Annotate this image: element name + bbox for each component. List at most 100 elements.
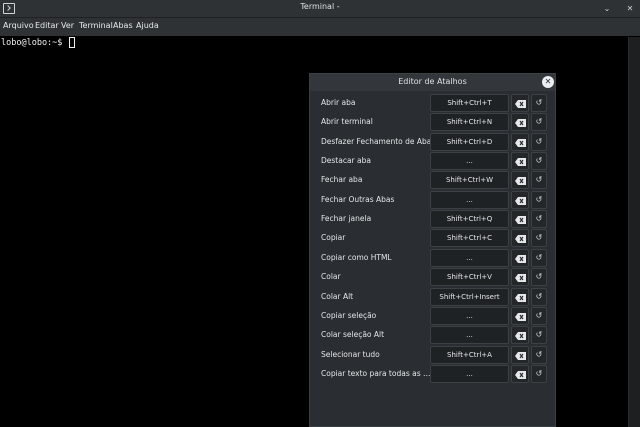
shortcut-row: Colar Shift+Ctrl+V ↺: [310, 268, 555, 287]
clear-shortcut-button[interactable]: [511, 190, 529, 209]
reset-shortcut-button[interactable]: ↺: [531, 248, 547, 267]
backspace-clear-icon: [515, 196, 526, 205]
terminal-scrollbar[interactable]: [628, 37, 640, 427]
shortcut-key-button[interactable]: Shift+Ctrl+Insert: [430, 287, 509, 306]
undo-reset-icon: ↺: [535, 252, 543, 262]
undo-reset-icon: ↺: [535, 310, 543, 320]
backspace-clear-icon: [515, 274, 526, 283]
shortcut-action-label: Copiar como HTML: [321, 252, 392, 262]
shortcut-key-button[interactable]: Shift+Ctrl+V: [430, 268, 509, 287]
reset-shortcut-button[interactable]: ↺: [531, 113, 547, 132]
terminal-cursor: [69, 37, 75, 48]
backspace-clear-icon: [515, 100, 526, 108]
shortcut-row: Copiar seleção... ↺: [310, 306, 555, 326]
reset-shortcut-button[interactable]: ↺: [531, 345, 547, 364]
menu-terminal[interactable]: Terminal: [79, 21, 113, 30]
shortcut-row: Fechar janela Shift+Ctrl+Q ↺: [310, 210, 555, 229]
shortcut-key-button[interactable]: Shift+Ctrl+W: [430, 171, 509, 190]
clear-shortcut-button[interactable]: [511, 326, 529, 345]
reset-shortcut-button[interactable]: ↺: [531, 210, 547, 229]
menu-ajuda[interactable]: Ajuda: [136, 21, 159, 30]
shortcut-key-button[interactable]: ...: [430, 248, 509, 267]
reset-shortcut-button[interactable]: ↺: [531, 326, 547, 345]
shortcut-row: Copiar como HTML... ↺: [310, 248, 555, 268]
shortcut-row: Fechar aba Shift+Ctrl+W ↺: [310, 171, 555, 190]
backspace-clear-icon: [515, 216, 526, 225]
undo-reset-icon: ↺: [535, 214, 543, 224]
clear-shortcut-button[interactable]: [511, 268, 529, 287]
reset-shortcut-button[interactable]: ↺: [531, 268, 547, 287]
clear-shortcut-button[interactable]: [511, 94, 529, 112]
clear-shortcut-button[interactable]: [511, 287, 529, 306]
shortcut-action-label: Copiar seleção: [321, 310, 377, 320]
reset-shortcut-button[interactable]: ↺: [531, 190, 547, 209]
shortcut-key-button[interactable]: Shift+Ctrl+Q: [430, 210, 509, 229]
reset-shortcut-button[interactable]: ↺: [531, 364, 547, 383]
undo-reset-icon: ↺: [535, 156, 543, 166]
shortcut-key-button[interactable]: ...: [430, 364, 509, 383]
shortcut-action-label: Colar: [321, 272, 341, 282]
menu-ver[interactable]: Ver: [61, 21, 74, 30]
reset-shortcut-button[interactable]: ↺: [531, 94, 547, 112]
undo-reset-icon: ↺: [535, 330, 543, 340]
clear-shortcut-button[interactable]: [511, 171, 529, 190]
reset-shortcut-button[interactable]: ↺: [531, 229, 547, 248]
clear-shortcut-button[interactable]: [511, 306, 529, 325]
undo-reset-icon: ↺: [535, 233, 543, 243]
dialog-title: Editor de Atalhos: [398, 77, 467, 86]
terminal-prompt: lobo@lobo:~$: [1, 38, 68, 48]
reset-shortcut-button[interactable]: ↺: [531, 152, 547, 171]
backspace-clear-icon: [515, 235, 526, 244]
backspace-clear-icon: [515, 158, 526, 167]
dialog-header: Editor de Atalhos ✕: [310, 74, 555, 91]
shortcut-action-label: Colar Alt: [321, 291, 354, 301]
menu-abas[interactable]: Abas: [113, 21, 133, 30]
window-titlebar: Terminal - ⌄ ✕: [0, 0, 640, 18]
reset-shortcut-button[interactable]: ↺: [531, 287, 547, 306]
menu-arquivo[interactable]: Arquivo: [3, 21, 34, 30]
shortcut-key-button[interactable]: Shift+Ctrl+A: [430, 345, 509, 364]
shortcut-key-button[interactable]: ...: [430, 326, 509, 345]
clear-shortcut-button[interactable]: [511, 132, 529, 151]
menubar: Arquivo Editar Ver Terminal Abas Ajuda: [0, 18, 640, 36]
shortcut-action-label: Fechar Outras Abas: [321, 194, 395, 204]
backspace-clear-icon: [515, 254, 526, 263]
shortcut-key-button[interactable]: ...: [430, 306, 509, 325]
shortcut-row: Selecionar tudo Shift+Ctrl+A ↺: [310, 345, 555, 365]
reset-shortcut-button[interactable]: ↺: [531, 132, 547, 151]
backspace-clear-icon: [515, 293, 526, 302]
shortcut-editor-dialog: Editor de Atalhos ✕ Abrir aba Shift+Ctrl+…: [309, 73, 556, 427]
shortcut-key-button[interactable]: Shift+Ctrl+C: [430, 229, 509, 248]
undo-reset-icon: ↺: [535, 175, 543, 185]
shortcut-row: Fechar Outras Abas... ↺: [310, 190, 555, 210]
clear-shortcut-button[interactable]: [511, 364, 529, 383]
reset-shortcut-button[interactable]: ↺: [531, 306, 547, 325]
reset-shortcut-button[interactable]: ↺: [531, 171, 547, 190]
shortcut-action-label: Abrir terminal: [321, 117, 373, 127]
close-icon[interactable]: ✕: [542, 76, 554, 88]
shortcut-key-button[interactable]: Shift+Ctrl+D: [430, 132, 509, 151]
close-window-button[interactable]: ✕: [623, 2, 637, 16]
shortcut-row: Colar Alt Shift+Ctrl+Insert ↺: [310, 287, 555, 307]
shortcut-key-button[interactable]: ...: [430, 152, 509, 171]
shortcut-row: Colar seleção Alt... ↺: [310, 326, 555, 345]
undo-reset-icon: ↺: [535, 368, 543, 378]
undo-reset-icon: ↺: [535, 117, 543, 127]
shortcut-row: Abrir terminal Shift+Ctrl+N ↺: [310, 113, 555, 132]
shortcut-key-button[interactable]: Shift+Ctrl+N: [430, 113, 509, 132]
shortcut-row: Destacar aba... ↺: [310, 152, 555, 171]
shortcut-key-button[interactable]: ...: [430, 190, 509, 209]
clear-shortcut-button[interactable]: [511, 229, 529, 248]
shortcut-action-label: Colar seleção Alt: [321, 330, 385, 340]
undo-reset-icon: ↺: [535, 136, 543, 146]
shortcut-row: Abrir aba Shift+Ctrl+T ↺: [310, 94, 555, 113]
shortcut-key-button[interactable]: Shift+Ctrl+T: [430, 94, 509, 112]
minimize-button[interactable]: ⌄: [600, 2, 614, 16]
clear-shortcut-button[interactable]: [511, 152, 529, 171]
menu-editar[interactable]: Editar: [35, 21, 59, 30]
clear-shortcut-button[interactable]: [511, 345, 529, 364]
shortcut-row: Copiar Shift+Ctrl+C ↺: [310, 229, 555, 248]
clear-shortcut-button[interactable]: [511, 210, 529, 229]
clear-shortcut-button[interactable]: [511, 248, 529, 267]
clear-shortcut-button[interactable]: [511, 113, 529, 132]
